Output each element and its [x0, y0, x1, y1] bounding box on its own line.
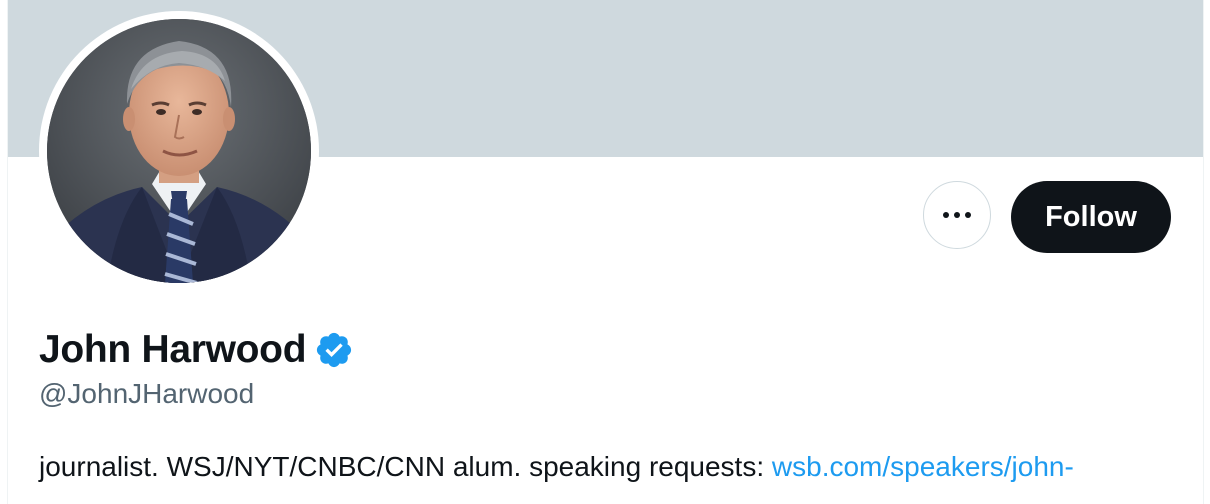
bio-link[interactable]: wsb.com/speakers/john- — [772, 451, 1074, 482]
bio-text: journalist. WSJ/NYT/CNBC/CNN alum. speak… — [39, 451, 772, 482]
more-options-button[interactable] — [923, 181, 991, 249]
right-border — [1203, 0, 1210, 504]
display-name: John Harwood — [39, 328, 307, 371]
profile-header: Follow John Harwood @JohnJHarwood journa… — [0, 0, 1210, 504]
avatar-photo — [47, 19, 311, 283]
verified-badge-icon[interactable] — [314, 330, 354, 370]
follow-button[interactable]: Follow — [1011, 181, 1171, 253]
more-dots-icon — [943, 212, 971, 218]
profile-handle: @JohnJHarwood — [39, 378, 255, 409]
name-row: John Harwood — [39, 326, 354, 374]
profile-avatar[interactable] — [39, 11, 319, 291]
profile-bio: journalist. WSJ/NYT/CNBC/CNN alum. speak… — [39, 449, 1074, 485]
left-border — [0, 0, 8, 504]
